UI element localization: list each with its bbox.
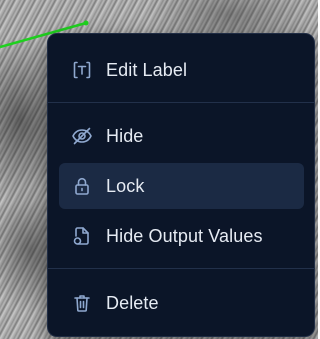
eye-off-icon <box>71 125 93 147</box>
menu-item-label: Delete <box>106 292 159 313</box>
lock-icon <box>71 175 93 197</box>
menu-item-lock[interactable]: Lock <box>59 163 304 209</box>
menu-item-hide-output-values[interactable]: Hide Output Values <box>59 213 304 259</box>
file-eye-icon <box>71 225 93 247</box>
image-canvas[interactable]: Edit Label Hide Lock Hide Output Values … <box>0 0 318 339</box>
menu-item-delete[interactable]: Delete <box>59 280 304 326</box>
context-menu: Edit Label Hide Lock Hide Output Values … <box>47 33 315 337</box>
menu-item-label: Edit Label <box>106 59 188 80</box>
menu-item-hide[interactable]: Hide <box>59 113 304 159</box>
text-box-icon <box>71 59 93 81</box>
menu-item-edit-label[interactable]: Edit Label <box>59 47 304 93</box>
menu-item-label: Lock <box>106 175 145 196</box>
menu-item-label: Hide <box>106 125 144 146</box>
annotation-vertex[interactable] <box>83 20 89 26</box>
trash-icon <box>71 292 93 314</box>
menu-divider <box>48 268 314 269</box>
menu-divider <box>48 102 314 103</box>
menu-item-label: Hide Output Values <box>106 225 263 246</box>
